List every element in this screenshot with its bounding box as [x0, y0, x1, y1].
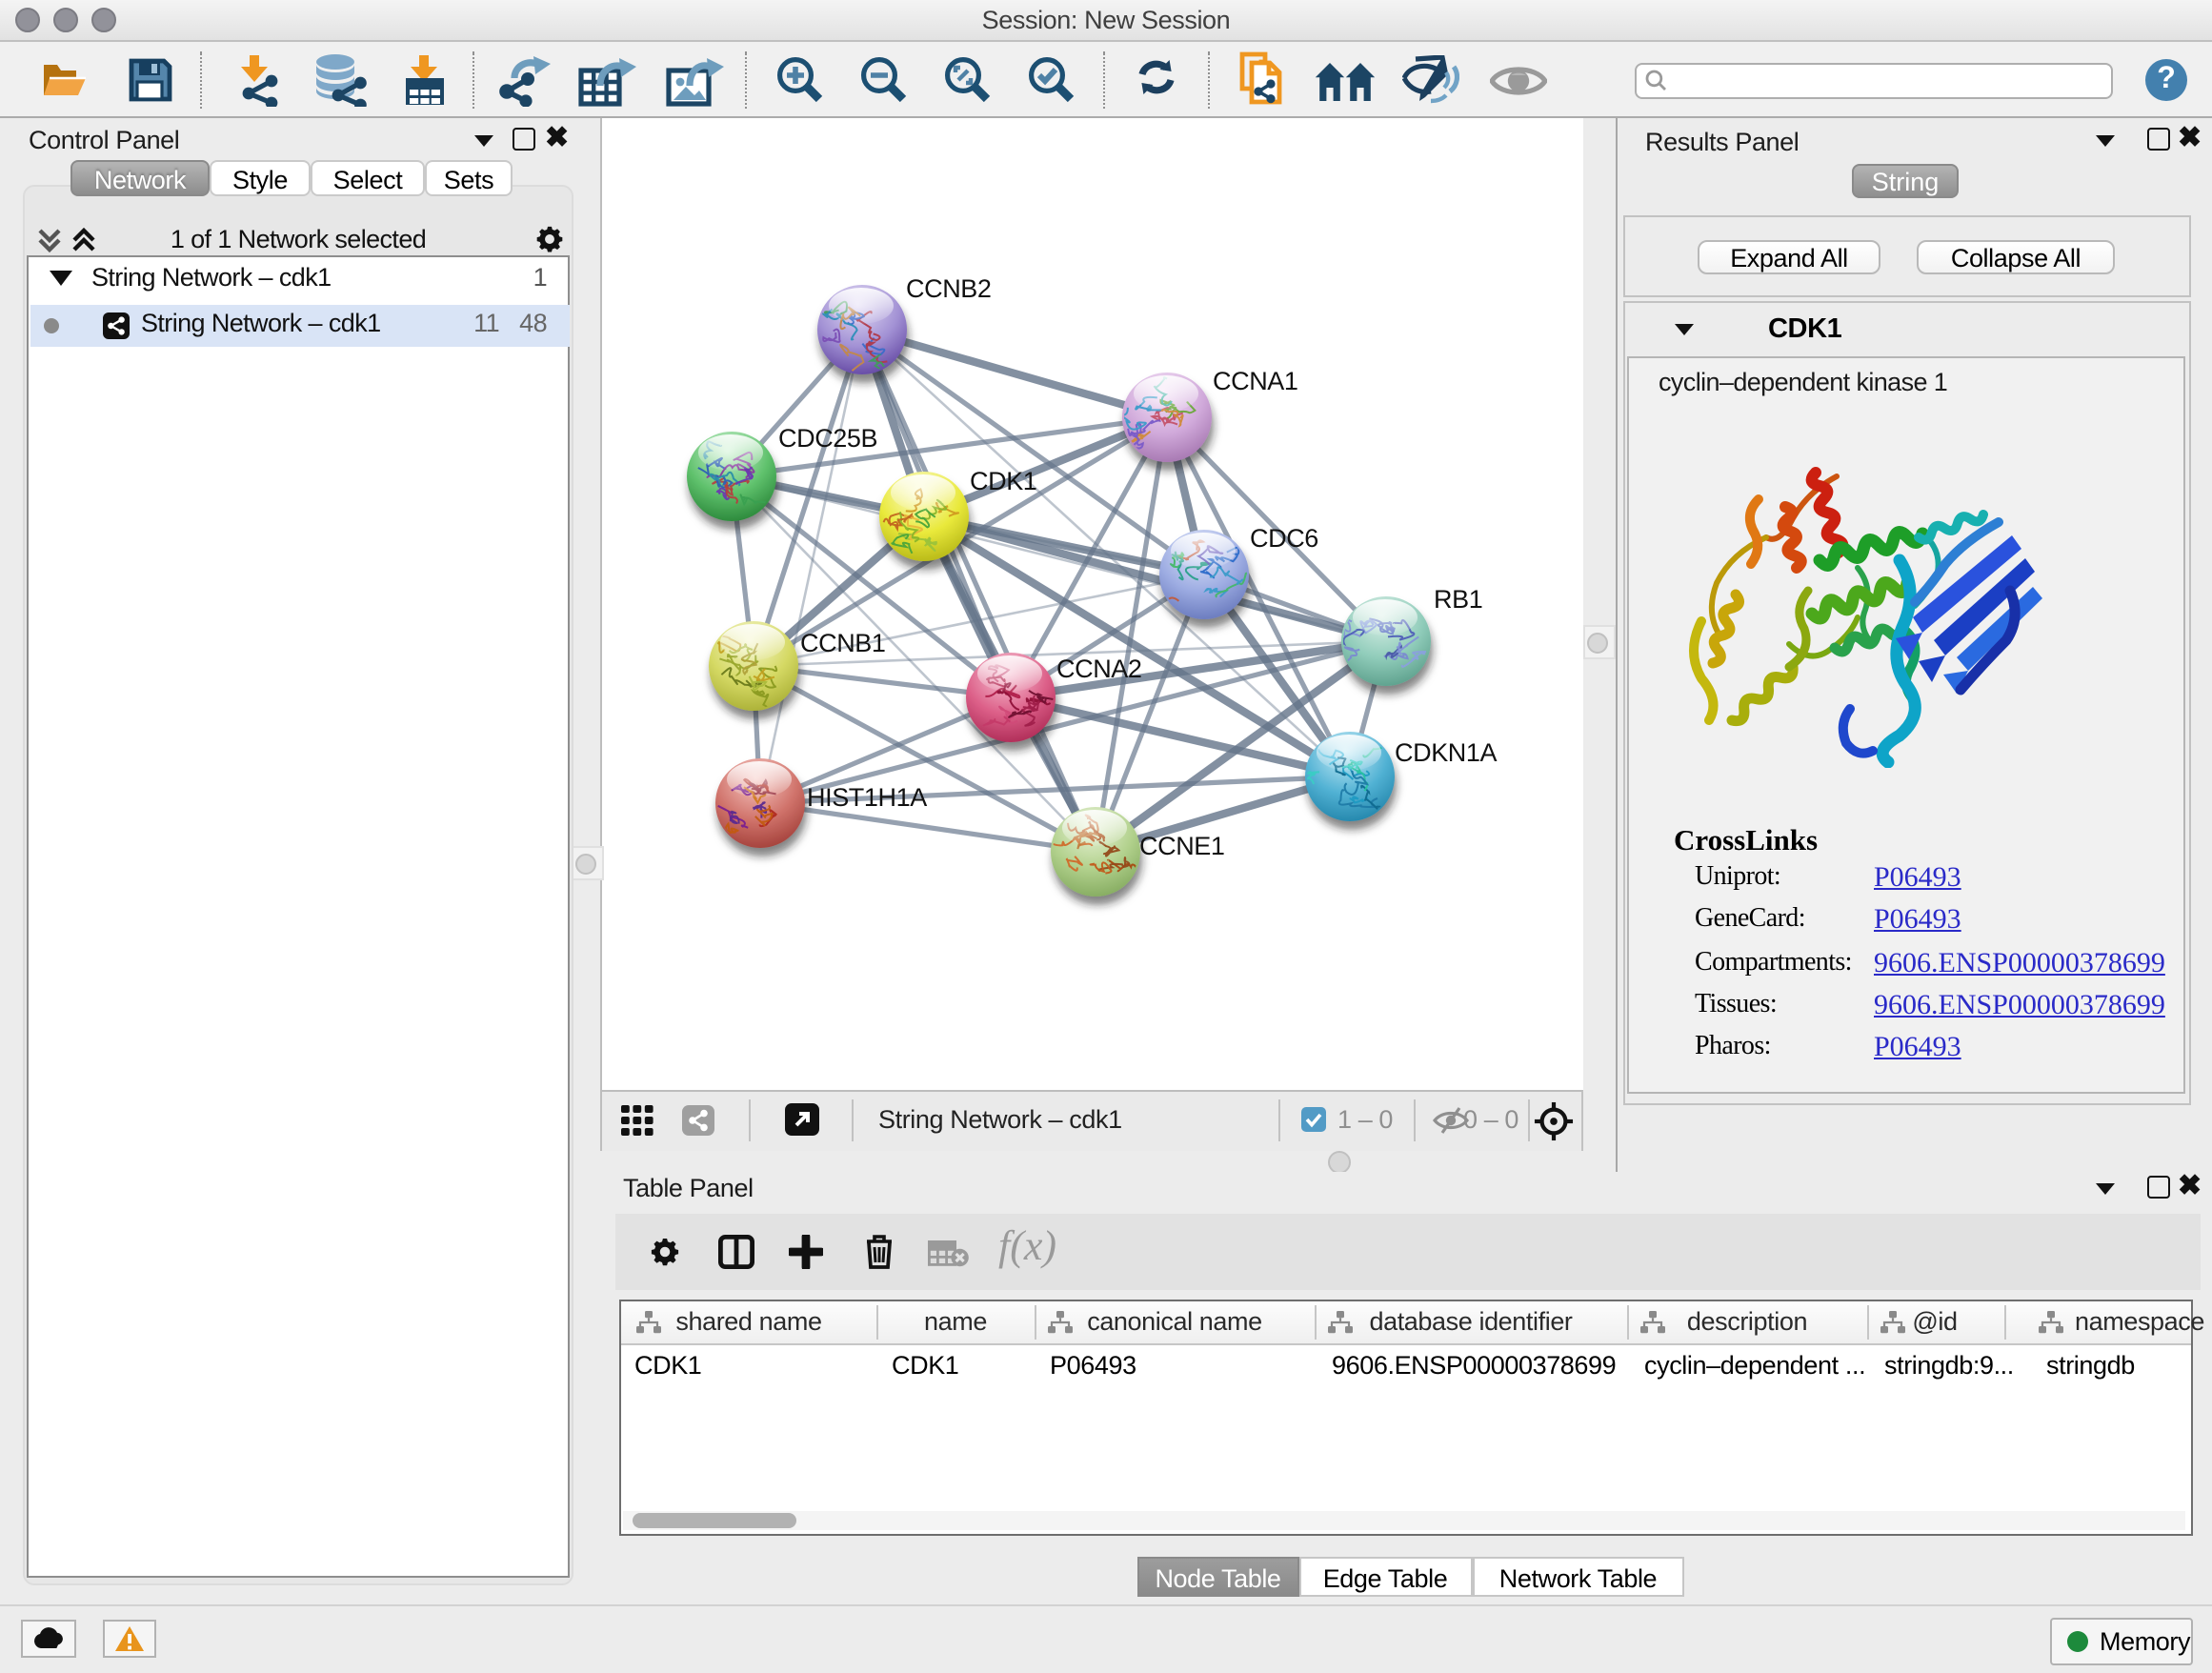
svg-text:CCNB2: CCNB2	[906, 274, 992, 303]
svg-text:CCNA2: CCNA2	[1056, 655, 1142, 683]
svg-text:CDC25B: CDC25B	[778, 424, 877, 453]
svg-text:HIST1H1A: HIST1H1A	[807, 783, 927, 812]
svg-text:CDKN1A: CDKN1A	[1395, 738, 1498, 767]
svg-text:CDK1: CDK1	[970, 467, 1036, 495]
svg-text:RB1: RB1	[1434, 585, 1482, 614]
svg-text:CCNA1: CCNA1	[1213, 367, 1298, 395]
svg-text:CCNE1: CCNE1	[1139, 832, 1225, 860]
svg-text:CCNB1: CCNB1	[800, 629, 886, 657]
svg-text:CDC6: CDC6	[1250, 524, 1318, 553]
